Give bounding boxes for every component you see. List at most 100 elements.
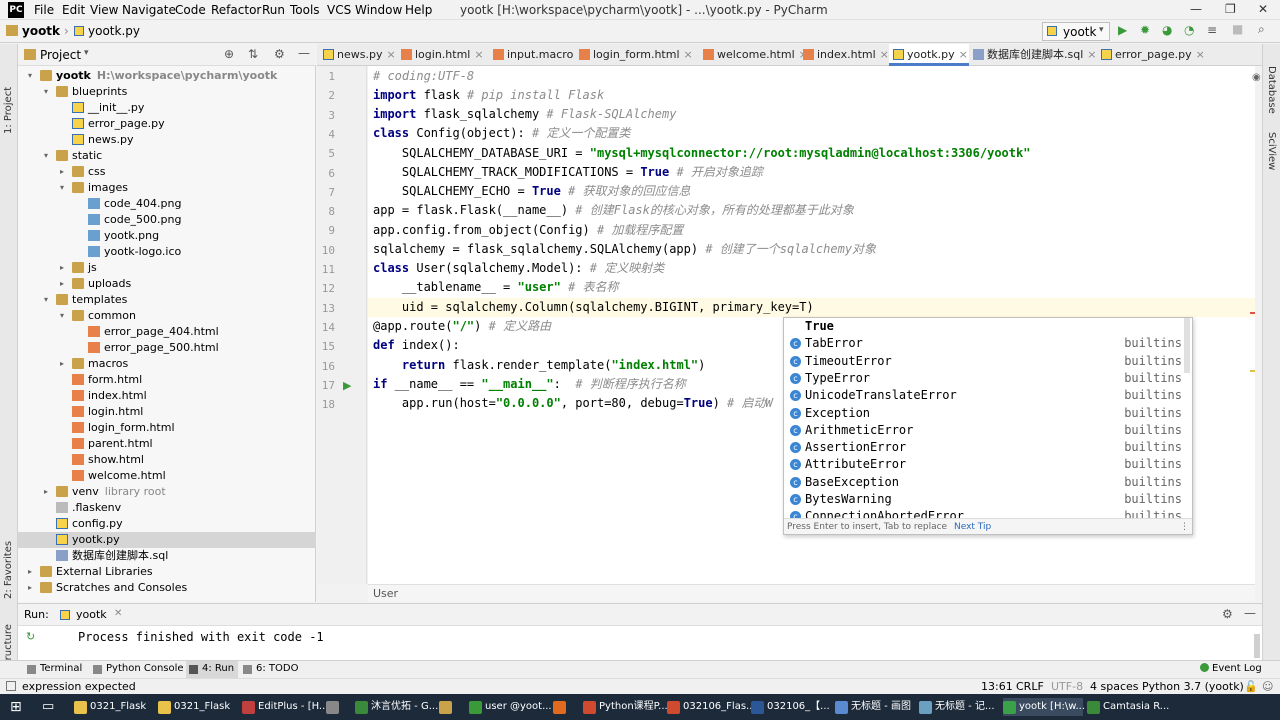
profile-icon[interactable]: ◔: [1184, 23, 1194, 37]
autocomplete-item[interactable]: c TypeError builtins: [784, 370, 1192, 387]
search-icon[interactable]: ⌕: [1258, 22, 1265, 37]
hide-icon[interactable]: —: [298, 46, 310, 60]
tree-item[interactable]: ▸ js: [18, 260, 316, 276]
chevron-right-icon[interactable]: ▸: [44, 484, 48, 500]
tree-item[interactable]: yootk.png: [18, 228, 316, 244]
tree-item[interactable]: ▾ static: [18, 148, 316, 164]
locate-icon[interactable]: ⊕: [224, 47, 234, 61]
collapse-all-icon[interactable]: ⇅: [248, 47, 258, 61]
chevron-down-icon[interactable]: ▾: [60, 180, 64, 196]
event-log-button[interactable]: Event Log: [1212, 663, 1262, 674]
minimize-button[interactable]: —: [1190, 2, 1202, 16]
autocomplete-item[interactable]: c TabError builtins: [784, 335, 1192, 352]
editor-tab[interactable]: 数据库创建脚本.sql ×: [969, 44, 1097, 66]
editor-tab[interactable]: input.macro×: [489, 44, 587, 66]
tree-item[interactable]: yootk-logo.ico: [18, 244, 316, 260]
tree-item[interactable]: config.py: [18, 516, 316, 532]
tree-item[interactable]: parent.html: [18, 436, 316, 452]
windows-start-icon[interactable]: ⊞: [10, 699, 22, 715]
tree-item[interactable]: ▸ venv library root: [18, 484, 316, 500]
tree-item[interactable]: login.html: [18, 404, 316, 420]
popup-scrollbar[interactable]: [1184, 318, 1190, 373]
database-tool-button[interactable]: Database: [1266, 66, 1277, 114]
close-button[interactable]: ✕: [1258, 2, 1268, 16]
run-gutter-icon[interactable]: ▶: [343, 379, 351, 392]
close-icon[interactable]: ×: [684, 48, 693, 61]
tool-window-button[interactable]: 4: Run: [186, 661, 239, 678]
chevron-down-icon[interactable]: ▾: [44, 292, 48, 308]
rerun-icon[interactable]: ↻: [26, 630, 35, 643]
autocomplete-item[interactable]: True: [784, 318, 1192, 335]
warning-stripe-marker[interactable]: [1250, 370, 1255, 372]
tree-item[interactable]: show.html: [18, 452, 316, 468]
chevron-down-icon[interactable]: ▾: [44, 84, 48, 100]
python-interpreter[interactable]: Python 3.7 (yootk): [1142, 680, 1244, 693]
menu-help[interactable]: Help: [405, 3, 432, 17]
tree-item[interactable]: code_500.png: [18, 212, 316, 228]
autocomplete-item[interactable]: c AttributeError builtins: [784, 456, 1192, 473]
autocomplete-item[interactable]: c AssertionError builtins: [784, 439, 1192, 456]
autocomplete-item[interactable]: c Exception builtins: [784, 405, 1192, 422]
tree-item[interactable]: __init__.py: [18, 100, 316, 116]
tree-item[interactable]: 数据库创建脚本.sql: [18, 548, 316, 564]
close-icon[interactable]: ×: [1196, 48, 1205, 61]
taskbar-app[interactable]: yootk [H:\w...: [1003, 698, 1085, 716]
task-view-icon[interactable]: ▭: [42, 699, 54, 714]
gear-icon[interactable]: ⚙: [274, 47, 285, 61]
taskbar-app[interactable]: 无标题 - 画图: [835, 698, 915, 716]
taskbar-app[interactable]: 0321_Flask: [158, 698, 238, 716]
nav-project[interactable]: yootk: [22, 24, 60, 38]
editor-tab[interactable]: error_page.py ×: [1097, 44, 1205, 66]
taskbar-app[interactable]: [326, 698, 352, 716]
tool-window-button[interactable]: Python Console: [90, 661, 188, 678]
tree-item[interactable]: error_page_404.html: [18, 324, 316, 340]
eye-icon[interactable]: ◉: [1252, 72, 1261, 83]
taskbar-app[interactable]: 沐言优拓 - G...: [355, 698, 438, 716]
autocomplete-item[interactable]: c TimeoutError builtins: [784, 353, 1192, 370]
tree-item[interactable]: welcome.html: [18, 468, 316, 484]
menu-view[interactable]: View: [90, 3, 118, 17]
tree-item[interactable]: error_page.py: [18, 116, 316, 132]
taskbar-app[interactable]: Camtasia R...: [1087, 698, 1169, 716]
coverage-icon[interactable]: ◕: [1162, 23, 1172, 37]
tree-item[interactable]: code_404.png: [18, 196, 316, 212]
tree-item[interactable]: ▾ images: [18, 180, 316, 196]
more-options-icon[interactable]: ⋮: [1180, 519, 1189, 534]
taskbar-app[interactable]: 032106_【...: [751, 698, 831, 716]
tree-item[interactable]: .flaskenv: [18, 500, 316, 516]
editor-tab[interactable]: yootk.py ×: [889, 44, 969, 66]
lock-icon[interactable]: 🔓: [1244, 680, 1258, 693]
tree-item[interactable]: ▸ macros: [18, 356, 316, 372]
chevron-down-icon[interactable]: ▾: [84, 48, 89, 58]
autocomplete-item[interactable]: c UnicodeTranslateError builtins: [784, 387, 1192, 404]
taskbar-app[interactable]: [553, 698, 579, 716]
tree-item[interactable]: index.html: [18, 388, 316, 404]
run-icon[interactable]: ▶: [1118, 23, 1127, 37]
tree-item[interactable]: error_page_500.html: [18, 340, 316, 356]
build-icon[interactable]: ≡: [1207, 23, 1217, 37]
sciview-tool-button[interactable]: SciView: [1266, 132, 1277, 170]
error-stripe-marker[interactable]: [1250, 312, 1255, 314]
tree-item[interactable]: ▾ common: [18, 308, 316, 324]
menu-run[interactable]: Run: [262, 3, 285, 17]
editor-tab[interactable]: login_form.html ×: [575, 44, 699, 66]
tree-item[interactable]: ▸ css: [18, 164, 316, 180]
menu-window[interactable]: Window: [355, 3, 402, 17]
chevron-right-icon[interactable]: ▸: [60, 356, 64, 372]
chevron-right-icon[interactable]: ▸: [28, 580, 32, 596]
tree-item[interactable]: form.html: [18, 372, 316, 388]
project-panel-title[interactable]: Project: [40, 48, 81, 62]
tree-item[interactable]: ▸ Scratches and Consoles: [18, 580, 316, 596]
layout-icon[interactable]: [6, 681, 16, 691]
tree-item[interactable]: news.py: [18, 132, 316, 148]
favorites-tool-button[interactable]: 2: Favorites: [3, 541, 14, 599]
stop-icon[interactable]: ■: [1232, 22, 1243, 36]
chevron-right-icon[interactable]: ▸: [28, 564, 32, 580]
menu-code[interactable]: Code: [175, 3, 206, 17]
tree-item[interactable]: ▾ templates: [18, 292, 316, 308]
tree-item[interactable]: login_form.html: [18, 420, 316, 436]
editor-tab[interactable]: login.html ×: [397, 44, 489, 66]
autocomplete-item[interactable]: c BaseException builtins: [784, 474, 1192, 491]
cursor-position[interactable]: 13:61: [981, 680, 1013, 693]
tool-window-button[interactable]: 6: TODO: [240, 661, 302, 678]
